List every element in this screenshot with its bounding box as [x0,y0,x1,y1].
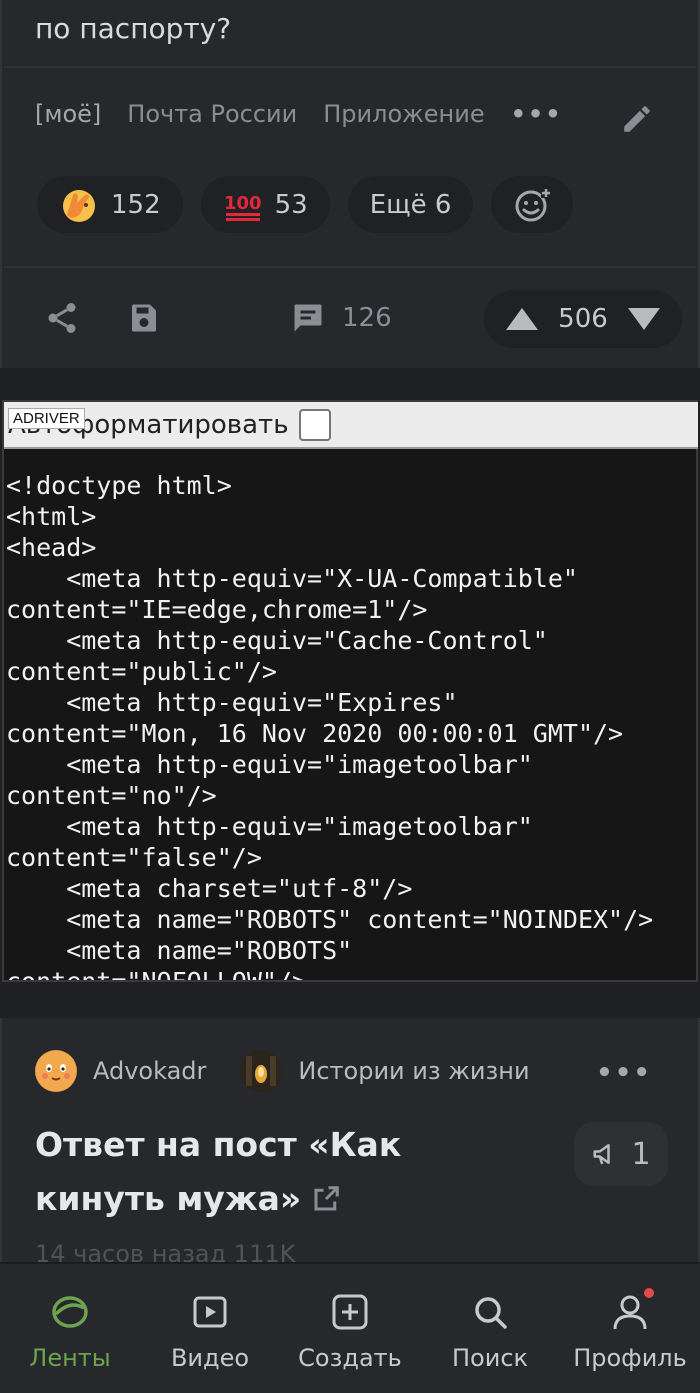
nav-label: Поиск [451,1344,529,1372]
create-icon [332,1294,368,1330]
code-line: <html> [6,502,97,531]
code-line: <head> [6,533,97,562]
ad-toolbar: Автоформатировать [4,402,698,449]
ad-code-view: <!doctype html> <html> <head> <meta http-e… [6,470,696,980]
reaction-count: 152 [111,189,161,220]
code-line: content="no"/> [6,781,217,810]
external-link-icon[interactable] [311,1184,341,1214]
code-line: content="NOFOLLOW"/> [6,966,696,980]
tag-own[interactable]: [моё] [35,100,101,128]
reactions-row: 152 100 53 Ещё 6 [37,176,591,233]
post-title-tail[interactable]: по паспорту? [35,12,231,45]
rating-value: 506 [558,304,608,334]
reaction-hundred[interactable]: 100 53 [200,176,330,233]
tag-app[interactable]: Приложение [323,100,484,128]
ad-badge: ADRIVER [8,408,85,429]
divider [4,66,696,68]
code-line: <meta http-equiv="X-UA-Compatible" [6,564,578,593]
downvote-icon[interactable] [626,305,662,333]
pencil-icon[interactable] [620,102,654,136]
add-reaction-button[interactable] [491,176,574,233]
community-avatar[interactable] [240,1050,283,1092]
code-line: <!doctype html> [6,471,232,500]
nav-profile[interactable]: Профиль [560,1264,700,1393]
tag-pochta[interactable]: Почта России [127,100,297,128]
code-line: <meta http-equiv="imagetoolbar" [6,750,533,779]
reaction-count: 53 [274,189,308,220]
code-line: content="false"/> [6,843,262,872]
code-line: <meta name="ROBOTS" [6,936,353,965]
code-line: content="public"/> [6,657,277,686]
nav-feeds[interactable]: Ленты [0,1264,140,1393]
code-line: <meta http-equiv="Cache-Control" [6,626,548,655]
tag-list: [моё] Почта России Приложение ••• [35,100,563,128]
save-icon[interactable] [126,300,162,336]
code-line: <meta charset="utf-8"/> [6,874,413,903]
author-avatar[interactable] [35,1050,77,1092]
face-palm-emoji-icon [59,185,99,225]
code-line: content="IE=edge,chrome=1"/> [6,595,428,624]
comments-button[interactable]: 126 [290,300,392,336]
nav-label: Видео [170,1344,250,1372]
comments-badge-count: 1 [631,1136,651,1172]
author-name[interactable]: Advokadr [93,1057,206,1085]
hundred-points-icon: 100 [223,185,263,225]
share-icon[interactable] [44,300,80,336]
feeds-icon [52,1296,88,1328]
community-name[interactable]: Истории из жизни [298,1057,529,1085]
more-tags-button[interactable]: ••• [511,100,563,128]
notification-dot [644,1288,654,1298]
post-meta: Advokadr Истории из жизни [35,1050,530,1092]
comments-badge[interactable]: 1 [574,1122,668,1186]
divider [4,266,696,268]
ad-block: Автоформатировать ADRIVER <!doctype html… [2,400,698,982]
autoformat-checkbox[interactable] [298,408,331,441]
post-menu-button[interactable]: ••• [596,1058,652,1088]
nav-label: Создать [298,1344,402,1372]
post-title-text: Ответ на пост «Как кинуть мужа» [35,1125,402,1218]
post-title[interactable]: Ответ на пост «Как кинуть мужа» [35,1118,535,1226]
rating-widget: 506 [484,290,682,348]
comment-icon [294,304,322,332]
search-icon [475,1297,507,1329]
nav-create[interactable]: Создать [280,1264,420,1393]
code-line: <meta name="ROBOTS" content="NOINDEX"/> [6,905,654,934]
nav-label: Профиль [573,1344,687,1372]
comments-count: 126 [342,303,392,333]
nav-video[interactable]: Видео [140,1264,280,1393]
nav-search[interactable]: Поиск [420,1264,560,1393]
code-line: content="Mon, 16 Nov 2020 00:00:01 GMT"/… [6,719,624,748]
code-line: <meta http-equiv="Expires" [6,688,458,717]
svg-text:100: 100 [224,193,262,214]
video-icon [193,1296,227,1328]
bottom-nav: Ленты Видео Создать Поиск Профиль [0,1262,700,1393]
smile-plus-icon [515,187,552,221]
nav-label: Ленты [29,1344,111,1372]
more-reactions-button[interactable]: Ещё 6 [347,176,474,233]
profile-icon [610,1288,654,1332]
upvote-icon[interactable] [504,305,540,333]
code-line: <meta http-equiv="imagetoolbar" [6,812,533,841]
megaphone-icon [593,1144,611,1165]
reaction-facepalm[interactable]: 152 [37,176,183,233]
